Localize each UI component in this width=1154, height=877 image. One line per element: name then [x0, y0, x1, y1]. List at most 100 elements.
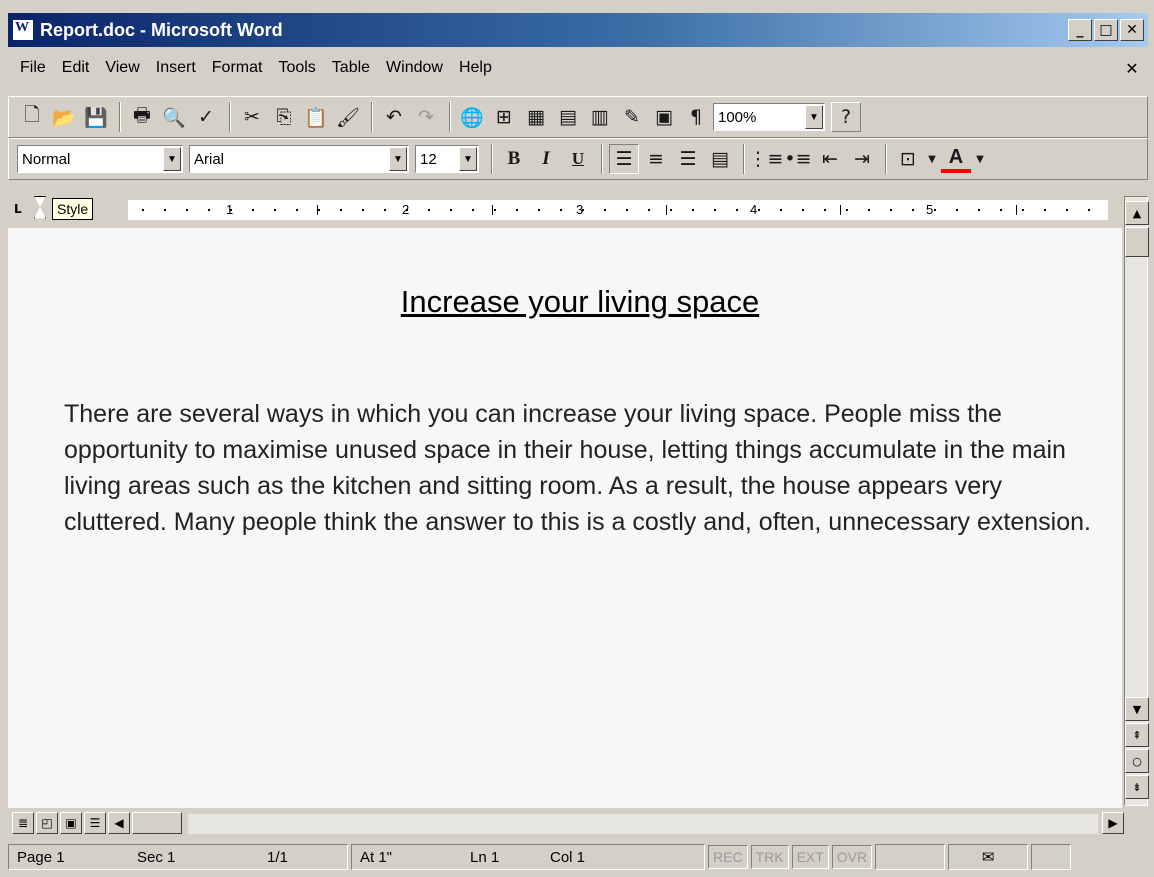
- menu-table[interactable]: Table: [332, 59, 370, 77]
- document-page[interactable]: Increase your living space There are sev…: [8, 228, 1122, 808]
- help-icon[interactable]: ?: [831, 102, 861, 132]
- bullets-icon[interactable]: •≡: [783, 144, 813, 174]
- copy-icon[interactable]: ⎘: [269, 102, 299, 132]
- standard-toolbar: 🗋 📂 💾 🖶 🔍 ✓ ✂ ⎘ 📋 🖌 ↶ ↷ 🌐 ⊞ ▦ ▤ ▥ ✎ ▣ ¶ …: [8, 96, 1148, 138]
- ruler-dot: [692, 209, 694, 211]
- status-empty-pane: [1031, 844, 1072, 870]
- bold-button[interactable]: B: [499, 144, 529, 174]
- word-app-icon[interactable]: [12, 19, 34, 41]
- menu-format[interactable]: Format: [212, 59, 263, 77]
- print-layout-icon[interactable]: ▣: [60, 812, 82, 834]
- document-close-button[interactable]: ✕: [1122, 58, 1142, 78]
- ruler-number: 4: [750, 202, 758, 217]
- print-preview-icon[interactable]: 🔍: [159, 102, 189, 132]
- status-ext[interactable]: EXT: [791, 845, 829, 869]
- chevron-down-icon[interactable]: ▼: [925, 144, 939, 174]
- previous-page-icon[interactable]: ⇞: [1125, 723, 1149, 747]
- ruler-dot: [1044, 209, 1046, 211]
- font-combo[interactable]: Arial ▼: [189, 145, 409, 173]
- horizontal-ruler[interactable]: 1 2 3 4 5: [128, 200, 1108, 220]
- open-folder-icon[interactable]: 📂: [49, 102, 79, 132]
- menu-help[interactable]: Help: [459, 59, 492, 77]
- menu-view[interactable]: View: [105, 59, 139, 77]
- menu-tools[interactable]: Tools: [278, 59, 315, 77]
- align-center-icon[interactable]: ≡: [641, 144, 671, 174]
- paste-icon[interactable]: 📋: [301, 102, 331, 132]
- menu-file[interactable]: File: [20, 59, 46, 77]
- tables-borders-icon[interactable]: ⊞: [489, 102, 519, 132]
- chevron-down-icon[interactable]: ▼: [459, 147, 477, 171]
- justify-icon[interactable]: ▤: [705, 144, 735, 174]
- save-disk-icon[interactable]: 💾: [81, 102, 111, 132]
- web-layout-icon[interactable]: ◰: [36, 812, 58, 834]
- insert-excel-icon[interactable]: ▤: [553, 102, 583, 132]
- maximize-button[interactable]: □: [1094, 19, 1118, 41]
- font-color-button[interactable]: A: [941, 145, 971, 173]
- show-formatting-icon[interactable]: ¶: [681, 102, 711, 132]
- italic-button[interactable]: I: [531, 144, 561, 174]
- menu-edit[interactable]: Edit: [62, 59, 90, 77]
- ruler-dot: [1022, 209, 1024, 211]
- chevron-down-icon[interactable]: ▼: [389, 147, 407, 171]
- insert-table-icon[interactable]: ▦: [521, 102, 551, 132]
- next-page-icon[interactable]: ⇟: [1125, 775, 1149, 799]
- status-rec[interactable]: REC: [708, 845, 748, 869]
- status-trk[interactable]: TRK: [750, 845, 789, 869]
- format-painter-icon[interactable]: 🖌: [333, 102, 363, 132]
- spelling-status-icon[interactable]: ✉: [948, 844, 1029, 870]
- ruler-dot: [142, 209, 144, 211]
- style-combo[interactable]: Normal ▼: [17, 145, 183, 173]
- scroll-left-icon[interactable]: ◀: [108, 812, 130, 834]
- columns-icon[interactable]: ▥: [585, 102, 615, 132]
- tab-selector-icon[interactable]: L: [14, 202, 28, 216]
- outline-view-icon[interactable]: ☰: [84, 812, 106, 834]
- indent-marker-icon[interactable]: [34, 196, 46, 219]
- ruler-dot: [604, 209, 606, 211]
- hscroll-thumb[interactable]: [132, 812, 182, 834]
- minimize-button[interactable]: _: [1068, 19, 1092, 41]
- chevron-down-icon[interactable]: ▼: [973, 144, 987, 174]
- style-value: Normal: [22, 150, 71, 168]
- status-page-count: 1/1: [267, 848, 288, 866]
- ruler-dot: [472, 209, 474, 211]
- formatting-toolbar: Normal ▼ Arial ▼ 12 ▼ B I U ☰ ≡ ☰ ▤ ⋮≡ •…: [8, 138, 1148, 180]
- scroll-down-icon[interactable]: ▼: [1125, 697, 1149, 721]
- ruler-dot: [340, 209, 342, 211]
- menu-insert[interactable]: Insert: [156, 59, 196, 77]
- window-controls: _ □ ✕: [1068, 19, 1144, 41]
- drawing-icon[interactable]: ✎: [617, 102, 647, 132]
- increase-indent-icon[interactable]: ⇥: [847, 144, 877, 174]
- align-left-icon[interactable]: ☰: [609, 144, 639, 174]
- scroll-up-icon[interactable]: ▲: [1125, 201, 1149, 225]
- ruler-dot: [648, 209, 650, 211]
- spelling-icon[interactable]: ✓: [191, 102, 221, 132]
- normal-view-icon[interactable]: ≣: [12, 812, 34, 834]
- font-size-combo[interactable]: 12 ▼: [415, 145, 479, 173]
- toolbar-separator: [491, 144, 493, 174]
- cut-icon[interactable]: ✂: [237, 102, 267, 132]
- select-browse-object-icon[interactable]: ○: [1125, 749, 1149, 773]
- status-ovr[interactable]: OVR: [831, 845, 873, 869]
- redo-icon[interactable]: ↷: [411, 102, 441, 132]
- print-icon[interactable]: 🖶: [127, 102, 157, 132]
- decrease-indent-icon[interactable]: ⇤: [815, 144, 845, 174]
- undo-icon[interactable]: ↶: [379, 102, 409, 132]
- new-document-icon[interactable]: 🗋: [17, 102, 47, 132]
- align-right-icon[interactable]: ☰: [673, 144, 703, 174]
- close-button[interactable]: ✕: [1120, 19, 1144, 41]
- chevron-down-icon[interactable]: ▼: [805, 105, 823, 129]
- borders-icon[interactable]: ⊡: [893, 144, 923, 174]
- underline-button[interactable]: U: [563, 144, 593, 174]
- horizontal-scrollbar[interactable]: [188, 814, 1098, 834]
- document-map-icon[interactable]: ▣: [649, 102, 679, 132]
- menu-window[interactable]: Window: [386, 59, 443, 77]
- ruler-dot: [780, 209, 782, 211]
- insert-hyperlink-icon[interactable]: 🌐: [457, 102, 487, 132]
- scroll-thumb[interactable]: [1125, 227, 1149, 257]
- zoom-combo[interactable]: 100% ▼: [713, 103, 825, 131]
- title-bar[interactable]: Report.doc - Microsoft Word _ □ ✕: [8, 13, 1148, 47]
- numbering-icon[interactable]: ⋮≡: [749, 144, 784, 174]
- chevron-down-icon[interactable]: ▼: [163, 147, 181, 171]
- scroll-right-icon[interactable]: ▶: [1102, 812, 1124, 834]
- vertical-scrollbar[interactable]: ▲ ▼ ⇞ ○ ⇟: [1124, 196, 1149, 806]
